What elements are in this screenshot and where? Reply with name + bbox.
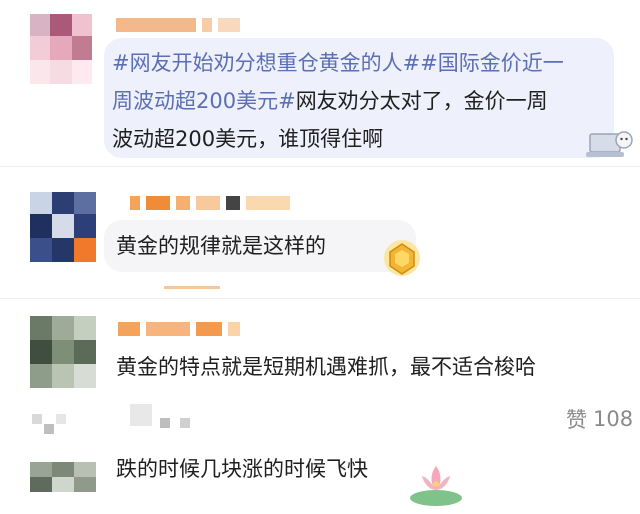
comment-text: 波动超200美元，谁顶得住啊: [112, 127, 384, 151]
username-blurred[interactable]: [130, 196, 290, 210]
comment-text: 黄金的规律就是这样的: [116, 234, 326, 258]
reply-avatar-blurred[interactable]: [32, 408, 72, 438]
user-avatar[interactable]: [30, 192, 96, 262]
comment-text: 跌的时候几块涨的时候飞快: [116, 457, 368, 481]
username-blurred[interactable]: [118, 322, 240, 336]
comment-item-1: #网友开始劝分想重仓黄金的人##国际金价近一 周波动超200美元#网友劝分太对了…: [0, 0, 640, 160]
topic-link[interactable]: #网友开始劝分想重仓黄金的人##国际金价近一: [112, 51, 564, 75]
username-blurred[interactable]: [116, 18, 240, 32]
comment-item-2: 黄金的规律就是这样的: [0, 166, 640, 296]
topic-link[interactable]: 周波动超200美元#: [112, 89, 296, 113]
comment-text-line-3: 波动超200美元，谁顶得住啊: [112, 120, 612, 158]
comment-bubble-1: #网友开始劝分想重仓黄金的人##国际金价近一 周波动超200美元#网友劝分太对了…: [104, 38, 614, 158]
reply-user-blurred[interactable]: [130, 404, 210, 440]
user-avatar[interactable]: [30, 316, 96, 388]
comment-text: 网友劝分太对了，金价一周: [295, 89, 548, 113]
comment-item-3: 黄金的特点就是短期机遇难抓，最不适合梭哈 赞 108: [0, 298, 640, 448]
gold-badge-icon: [380, 236, 424, 280]
comment-text-line-2: 周波动超200美元#网友劝分太对了，金价一周: [112, 82, 612, 120]
like-label: 赞: [566, 408, 587, 432]
comment-item-4: 跌的时候几块涨的时候飞快: [0, 448, 640, 508]
user-avatar[interactable]: [30, 462, 96, 492]
comment-text: 黄金的特点就是短期机遇难抓，最不适合梭哈: [116, 355, 536, 379]
comment-text-line-1: #网友开始劝分想重仓黄金的人##国际金价近一: [112, 44, 612, 82]
comment-bubble-2: 黄金的规律就是这样的: [104, 220, 416, 272]
like-counter[interactable]: 赞 108: [566, 404, 633, 434]
divider-short: [164, 286, 220, 289]
user-avatar[interactable]: [30, 14, 92, 84]
lotus-sticker-icon: [404, 454, 468, 510]
laptop-sticker-icon: [584, 126, 634, 162]
like-count: 108: [593, 407, 634, 431]
